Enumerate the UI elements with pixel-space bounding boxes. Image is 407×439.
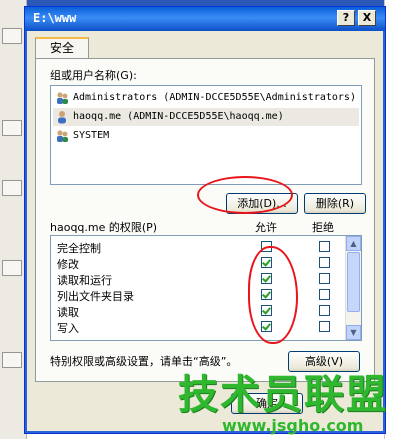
user-list[interactable]: Administrators (ADMIN-DCCE5D55E\Administ… <box>50 85 362 185</box>
user-item-haoqq[interactable]: haoqq.me (ADMIN-DCCE5D55E\haoqq.me) <box>53 108 359 126</box>
permissions-scrollbar[interactable]: ▲ ▼ <box>345 236 361 340</box>
annotation-circle-add <box>197 176 293 214</box>
background-left-panel <box>0 0 27 439</box>
allow-header: 允许 <box>255 221 277 234</box>
user-item-label: Administrators (ADMIN-DCCE5D55E\Administ… <box>73 92 356 103</box>
deny-checkbox[interactable] <box>319 241 330 252</box>
scroll-up-icon[interactable]: ▲ <box>346 236 361 251</box>
user-item-administrators[interactable]: Administrators (ADMIN-DCCE5D55E\Administ… <box>53 89 359 107</box>
background-fragment <box>2 28 22 44</box>
permission-name: 完全控制 <box>57 242 101 255</box>
permission-row-read: 读取 <box>51 303 347 319</box>
close-button[interactable]: X <box>358 10 376 26</box>
deny-checkbox[interactable] <box>319 257 330 268</box>
user-icon <box>58 111 66 124</box>
tab-security[interactable]: 安全 <box>35 37 89 59</box>
annotation-circle-allow <box>248 246 298 344</box>
permission-name: 写入 <box>57 322 79 335</box>
background-fragment <box>2 180 22 196</box>
background-fragment <box>2 260 22 276</box>
scroll-thumb[interactable] <box>347 252 360 312</box>
permission-row-list-folder: 列出文件夹目录 <box>51 287 347 303</box>
deny-header: 拒绝 <box>312 221 334 234</box>
deny-checkbox[interactable] <box>319 321 330 332</box>
permission-row-modify: 修改 <box>51 255 347 271</box>
background-fragment <box>2 352 22 368</box>
deny-checkbox[interactable] <box>319 289 330 300</box>
permission-row-read-execute: 读取和运行 <box>51 271 347 287</box>
user-item-system[interactable]: SYSTEM <box>53 127 359 145</box>
permissions-label: haoqq.me 的权限(P) <box>50 221 158 234</box>
user-item-label: SYSTEM <box>73 130 110 141</box>
security-panel: 组或用户名称(G): Administrators (ADMIN-DCCE5D5… <box>35 58 375 382</box>
deny-checkbox[interactable] <box>319 273 330 284</box>
permission-row-full-control: 完全控制 <box>51 239 347 255</box>
permission-name: 读取和运行 <box>57 274 112 287</box>
permissions-list: 完全控制 修改 读取和运行 列出文件夹目录 读取 写入 ▲ ▼ <box>50 235 362 341</box>
remove-button[interactable]: 删除(R) <box>304 193 366 214</box>
permission-name: 修改 <box>57 258 79 271</box>
help-button[interactable]: ? <box>337 10 355 26</box>
group-icon <box>57 92 68 104</box>
group-icon <box>57 130 68 142</box>
deny-checkbox[interactable] <box>319 305 330 316</box>
group-label: 组或用户名称(G): <box>50 69 137 82</box>
watermark-url: www.jsgho.com <box>222 416 364 435</box>
permission-name: 读取 <box>57 306 79 319</box>
permission-name: 列出文件夹目录 <box>57 290 134 303</box>
permission-row-write: 写入 <box>51 319 347 335</box>
watermark-logo: 技术员联盟 <box>178 372 388 418</box>
user-item-label: haoqq.me (ADMIN-DCCE5D55E\haoqq.me) <box>73 111 284 122</box>
background-fragment <box>2 120 22 136</box>
titlebar[interactable]: E:\www ? X <box>25 7 385 31</box>
scroll-down-icon[interactable]: ▼ <box>346 325 361 340</box>
dialog-title: E:\www <box>33 11 77 25</box>
